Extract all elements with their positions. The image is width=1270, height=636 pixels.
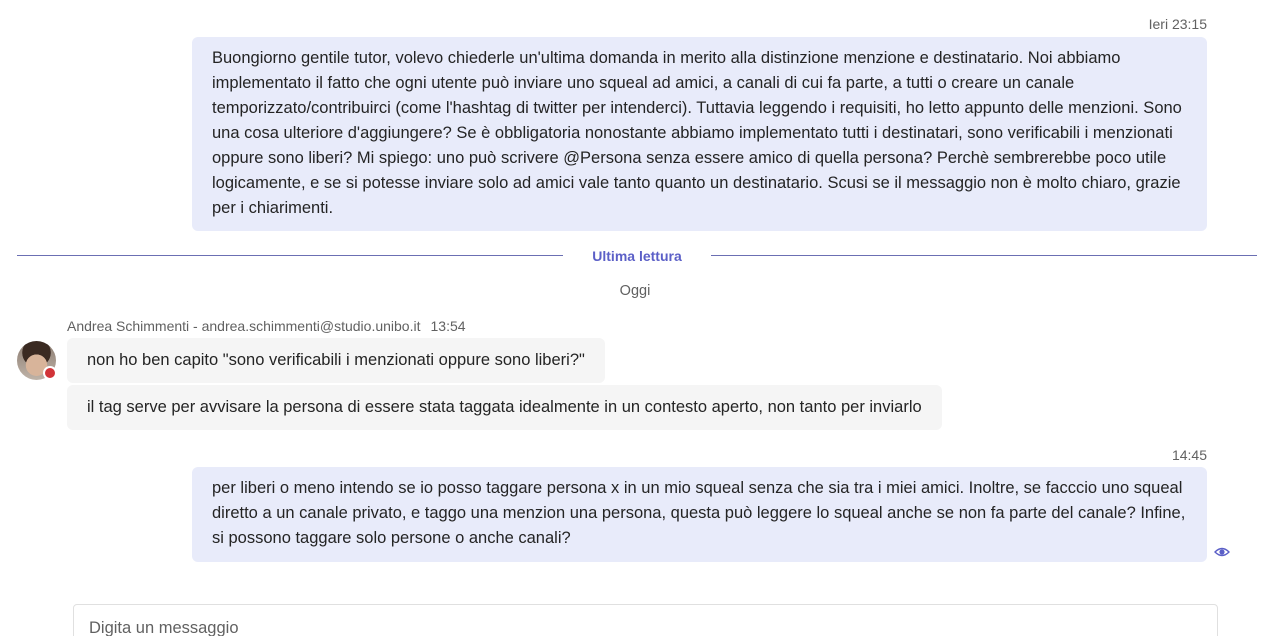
message-timestamp: 13:54 [430,318,466,334]
message-text: non ho ben capito "sono verificabili i m… [87,351,585,369]
eye-icon [1214,547,1230,557]
message-text: per liberi o meno intendo se io posso ta… [212,479,1186,547]
message-timestamp: 14:45 [1171,447,1207,463]
sender-name[interactable]: Andrea Schimmenti - andrea.schimmenti@st… [67,318,421,334]
incoming-message-bubble[interactable]: non ho ben capito "sono verificabili i m… [67,338,605,383]
sender-header: Andrea Schimmenti - andrea.schimmenti@st… [67,318,466,334]
incoming-message-bubble[interactable]: il tag serve per avvisare la persona di … [67,385,942,430]
message-input[interactable] [89,619,1189,636]
message-composer[interactable] [73,604,1218,636]
message-timestamp: Ieri 23:15 [1148,16,1207,32]
last-read-divider-line [711,255,1257,256]
chat-thread: Ieri 23:15 Buongiorno gentile tutor, vol… [0,0,1270,636]
last-read-label: Ultima lettura [592,248,682,264]
last-read-divider-line [17,255,563,256]
message-text: Buongiorno gentile tutor, volevo chieder… [212,49,1182,217]
outgoing-message-bubble[interactable]: per liberi o meno intendo se io posso ta… [192,467,1207,562]
busy-status-icon [43,366,57,380]
outgoing-message-bubble[interactable]: Buongiorno gentile tutor, volevo chieder… [192,37,1207,231]
day-separator: Oggi [619,283,651,299]
message-text: il tag serve per avvisare la persona di … [87,398,922,416]
